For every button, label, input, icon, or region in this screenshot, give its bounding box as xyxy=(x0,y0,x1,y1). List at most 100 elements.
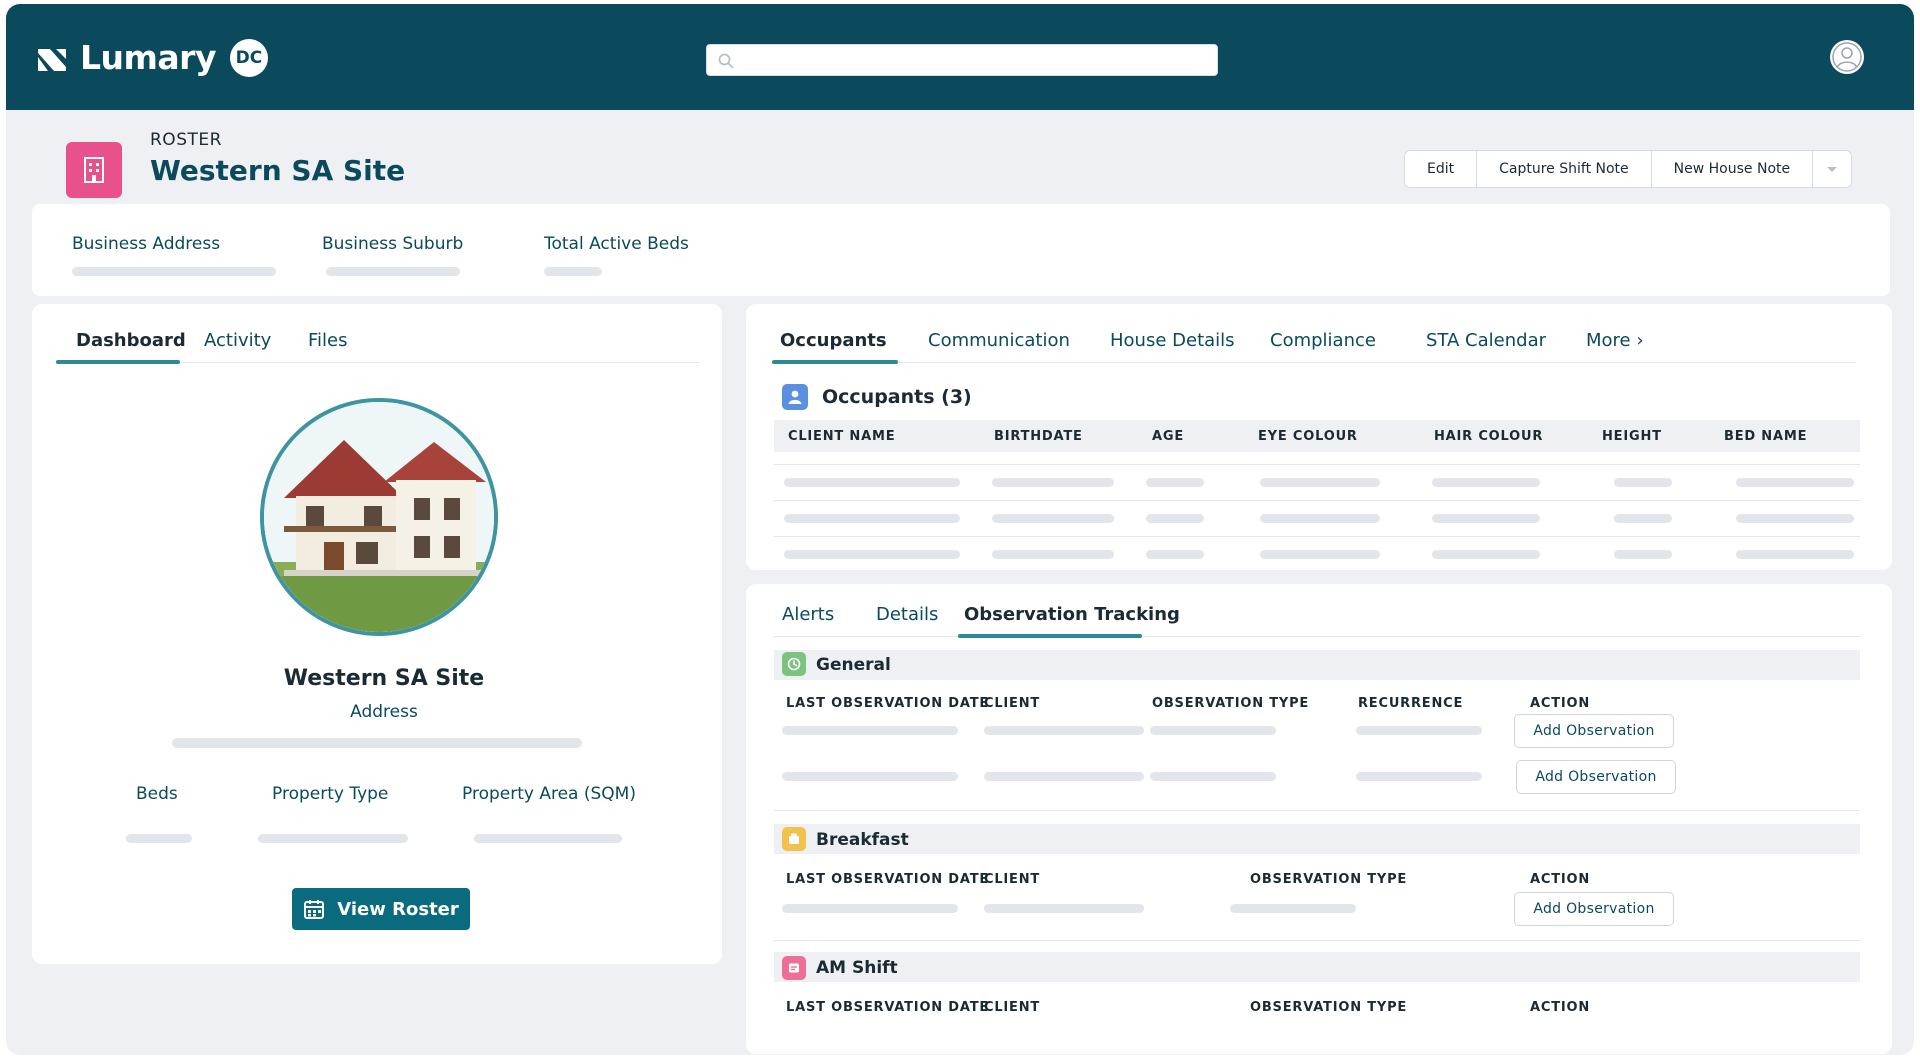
col-age[interactable]: AGE xyxy=(1152,429,1184,444)
tab-house-details[interactable]: House Details xyxy=(1110,330,1235,351)
global-search-input[interactable] xyxy=(706,44,1218,76)
cell-placeholder xyxy=(1150,772,1276,781)
search-icon xyxy=(718,53,734,69)
property-area-value-placeholder xyxy=(474,834,622,843)
occupants-card: Occupants Communication House Details Co… xyxy=(746,304,1892,570)
col-eye-colour[interactable]: EYE COLOUR xyxy=(1258,429,1358,444)
tab-dashboard[interactable]: Dashboard xyxy=(76,330,186,351)
house-image xyxy=(264,402,494,632)
tab-details[interactable]: Details xyxy=(876,604,938,625)
tab-sta-calendar[interactable]: STA Calendar xyxy=(1426,330,1546,351)
site-name: Western SA Site xyxy=(283,666,485,691)
tab-more[interactable]: More › xyxy=(1586,330,1644,351)
brand-logo[interactable]: Lumary DC xyxy=(36,38,268,77)
am-shift-group-title: AM Shift xyxy=(816,958,898,978)
business-suburb-value-placeholder xyxy=(326,267,460,276)
general-group-icon xyxy=(782,652,806,676)
add-observation-button[interactable]: Add Observation xyxy=(1516,760,1676,794)
tab-divider xyxy=(772,362,1856,363)
property-area-label: Property Area (SQM) xyxy=(462,784,636,804)
general-group-title: General xyxy=(816,655,891,675)
general-col-client[interactable]: CLIENT xyxy=(984,696,1040,711)
edit-button[interactable]: Edit xyxy=(1405,151,1478,187)
clock-icon xyxy=(787,657,801,671)
group-divider xyxy=(774,810,1860,811)
cell-placeholder xyxy=(782,772,958,781)
brand-name: Lumary xyxy=(80,38,216,77)
breakfast-col-action[interactable]: ACTION xyxy=(1530,872,1590,887)
am-shift-col-observation-type[interactable]: OBSERVATION TYPE xyxy=(1250,1000,1407,1015)
brand-badge: DC xyxy=(229,38,268,77)
total-active-beds-value-placeholder xyxy=(544,267,602,276)
record-actions: Edit Capture Shift Note New House Note xyxy=(1404,150,1853,188)
cell-placeholder xyxy=(1736,514,1854,523)
breakfast-group-header[interactable] xyxy=(774,824,1860,854)
observation-card: Alerts Details Observation Tracking Gene… xyxy=(746,584,1892,1054)
col-client-name[interactable]: CLIENT NAME xyxy=(788,429,895,444)
breakfast-col-observation-type[interactable]: OBSERVATION TYPE xyxy=(1250,872,1407,887)
capture-shift-note-button[interactable]: Capture Shift Note xyxy=(1477,151,1652,187)
tab-activity[interactable]: Activity xyxy=(204,330,271,351)
chevron-down-icon xyxy=(1827,167,1838,172)
tab-divider xyxy=(774,636,1860,637)
person-icon xyxy=(788,390,802,404)
tab-alerts[interactable]: Alerts xyxy=(782,604,834,625)
business-address-label: Business Address xyxy=(72,234,221,254)
cell-placeholder xyxy=(1150,726,1276,735)
cell-placeholder xyxy=(1614,550,1672,559)
tab-observation-tracking[interactable]: Observation Tracking xyxy=(964,604,1180,625)
business-suburb-label: Business Suburb xyxy=(322,234,464,254)
property-type-label: Property Type xyxy=(272,784,389,804)
tab-files[interactable]: Files xyxy=(308,330,348,351)
cell-placeholder xyxy=(1736,550,1854,559)
cell-placeholder xyxy=(1356,772,1482,781)
property-type-value-placeholder xyxy=(258,834,408,843)
beds-value-placeholder xyxy=(126,834,192,843)
general-col-action[interactable]: ACTION xyxy=(1530,696,1590,711)
col-height[interactable]: HEIGHT xyxy=(1602,429,1662,444)
general-col-recurrence[interactable]: RECURRENCE xyxy=(1358,696,1463,711)
record-type-label: ROSTER xyxy=(150,130,222,150)
cell-placeholder xyxy=(1146,550,1204,559)
breakfast-col-client[interactable]: CLIENT xyxy=(984,872,1040,887)
cell-placeholder xyxy=(1432,478,1540,487)
cell-placeholder xyxy=(784,550,960,559)
add-observation-button[interactable]: Add Observation xyxy=(1514,892,1674,926)
user-avatar-icon[interactable] xyxy=(1828,38,1866,76)
record-title: Western SA Site xyxy=(150,154,406,187)
new-house-note-button[interactable]: New House Note xyxy=(1651,151,1814,187)
general-col-observation-type[interactable]: OBSERVATION TYPE xyxy=(1152,696,1309,711)
am-shift-group-header[interactable] xyxy=(774,952,1860,982)
cell-placeholder xyxy=(992,550,1114,559)
tab-compliance[interactable]: Compliance xyxy=(1270,330,1376,351)
col-bed-name[interactable]: BED NAME xyxy=(1724,429,1807,444)
meal-icon xyxy=(789,833,799,844)
cell-placeholder xyxy=(1356,726,1482,735)
beds-label: Beds xyxy=(136,784,178,804)
breakfast-col-last-observation-date[interactable]: LAST OBSERVATION DATE xyxy=(786,872,989,887)
am-shift-col-action[interactable]: ACTION xyxy=(1530,1000,1590,1015)
more-actions-button[interactable] xyxy=(1813,151,1852,187)
general-group-header[interactable] xyxy=(774,650,1860,680)
cell-placeholder xyxy=(1736,478,1854,487)
am-shift-col-last-observation-date[interactable]: LAST OBSERVATION DATE xyxy=(786,1000,989,1015)
col-hair-colour[interactable]: HAIR COLOUR xyxy=(1434,429,1543,444)
view-roster-button[interactable]: View Roster xyxy=(292,888,470,930)
shift-icon xyxy=(789,963,799,973)
am-shift-col-client[interactable]: CLIENT xyxy=(984,1000,1040,1015)
tab-communication[interactable]: Communication xyxy=(928,330,1070,351)
roster-record-icon xyxy=(66,142,122,198)
calendar-icon xyxy=(304,900,325,919)
col-birthdate[interactable]: BIRTHDATE xyxy=(994,429,1083,444)
general-col-last-observation-date[interactable]: LAST OBSERVATION DATE xyxy=(786,696,989,711)
tab-active-indicator xyxy=(958,634,1142,638)
add-observation-button[interactable]: Add Observation xyxy=(1514,714,1674,748)
cell-placeholder xyxy=(782,904,958,913)
cell-placeholder xyxy=(984,726,1144,735)
row-divider xyxy=(774,536,1860,537)
cell-placeholder xyxy=(1146,514,1204,523)
tab-occupants[interactable]: Occupants xyxy=(780,330,887,351)
cell-placeholder xyxy=(784,478,960,487)
am-shift-group-icon xyxy=(782,956,806,980)
cell-placeholder xyxy=(1614,478,1672,487)
